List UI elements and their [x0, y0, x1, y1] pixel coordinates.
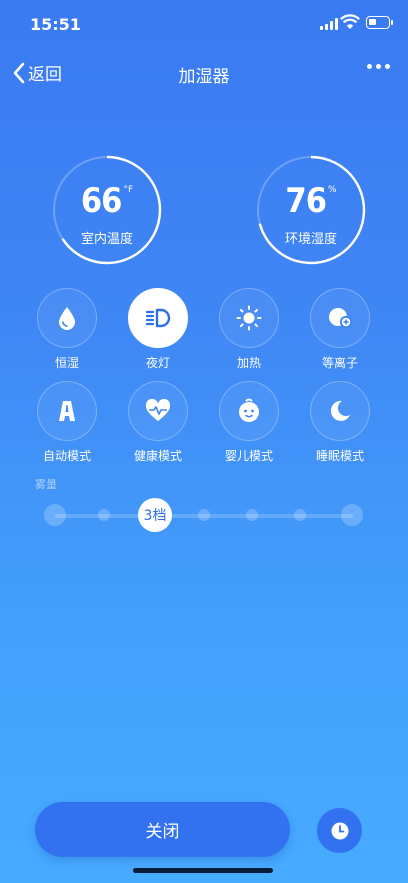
mode-label: 婴儿模式: [224, 449, 273, 463]
power-off-button[interactable]: 关闭: [35, 802, 290, 857]
baby-face-icon: [239, 398, 259, 422]
fog-level-stop[interactable]: [98, 509, 110, 521]
mode-label: 健康模式: [133, 449, 182, 463]
humidity-unit: %: [328, 185, 337, 195]
indoor-temperature-gauge: 66 °F 室内温度: [52, 155, 162, 265]
mode-label: 恒湿: [54, 356, 79, 370]
mode-plasma-button[interactable]: 等离子: [295, 288, 385, 371]
auto-mode-icon: [59, 401, 75, 421]
fog-level-knob[interactable]: 3档: [138, 498, 172, 532]
fog-level-stop[interactable]: [294, 509, 306, 521]
status-time: 15:51: [30, 15, 81, 34]
water-drop-icon: [59, 307, 75, 330]
battery-icon: [366, 16, 393, 29]
moon-icon: [330, 400, 350, 421]
mode-label: 自动模式: [42, 449, 91, 463]
headlight-icon: [145, 308, 171, 328]
fog-level-label: 雾量: [35, 478, 57, 491]
mode-label: 等离子: [321, 356, 358, 370]
mode-baby-button[interactable]: 婴儿模式: [204, 381, 294, 464]
fog-level-stop[interactable]: [44, 504, 66, 526]
fog-level-stop[interactable]: [198, 509, 210, 521]
mode-constant-humidity-button[interactable]: 恒湿: [22, 288, 112, 371]
cellular-signal-icon: [320, 18, 338, 30]
plasma-icon: [329, 308, 353, 329]
sun-icon: [236, 305, 262, 331]
more-menu-button[interactable]: [367, 64, 390, 69]
indoor-temperature-value: 66: [80, 181, 123, 221]
indoor-temperature-unit: °F: [123, 185, 134, 195]
fog-level-stop[interactable]: [246, 509, 258, 521]
more-dots-icon: [367, 64, 372, 69]
mode-label: 加热: [236, 356, 261, 370]
humidity-value: 76: [285, 181, 327, 221]
fog-level-stop[interactable]: [341, 504, 363, 526]
home-indicator: [133, 868, 273, 873]
heart-pulse-icon: [145, 399, 171, 421]
indoor-temperature-label: 室内温度: [80, 232, 133, 247]
timer-button[interactable]: [317, 808, 362, 853]
humidity-gauge: 76% 环境湿度: [256, 155, 366, 265]
page-title: 加湿器: [178, 67, 230, 87]
wifi-icon: [340, 14, 360, 29]
mode-auto-button[interactable]: 自动模式: [22, 381, 112, 464]
status-bar: 15:51: [0, 0, 408, 50]
mode-health-button[interactable]: 健康模式: [113, 381, 203, 464]
mode-label: 睡眠模式: [315, 449, 364, 463]
mode-sleep-button[interactable]: 睡眠模式: [295, 381, 385, 464]
mode-label: 夜灯: [145, 356, 170, 370]
mode-heating-button[interactable]: 加热: [204, 288, 294, 371]
nav-bar: 返回 加湿器: [0, 52, 408, 92]
mode-night-light-button[interactable]: 夜灯: [113, 288, 203, 371]
clock-icon: [331, 822, 348, 839]
humidity-label: 环境湿度: [284, 232, 337, 247]
